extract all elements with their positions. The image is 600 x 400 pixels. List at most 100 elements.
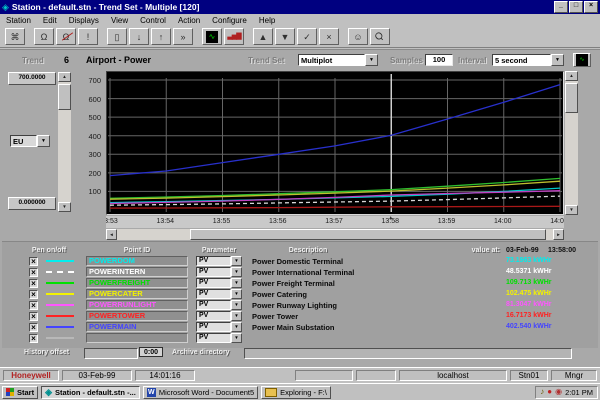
pen-checkbox[interactable]: × xyxy=(29,334,38,343)
alarm-page-button[interactable]: ! xyxy=(78,28,98,45)
point-id-field[interactable]: POWERCATER xyxy=(86,289,188,299)
volume-icon[interactable]: ♪ xyxy=(540,388,544,396)
chevron-down-icon[interactable]: ▼ xyxy=(231,300,242,310)
system-tray: ♪●◉ 2:01 PM xyxy=(535,386,598,399)
title-bar: ◈ Station - default.stn - Trend Set - Mu… xyxy=(0,0,600,14)
pen-checkbox[interactable]: × xyxy=(29,301,38,310)
parameter-select[interactable]: PV▼ xyxy=(196,300,242,310)
history-offset-field[interactable] xyxy=(84,348,138,359)
chevron-down-icon[interactable]: ▼ xyxy=(37,135,50,147)
pen-checkbox[interactable]: × xyxy=(29,268,38,277)
pen-checkbox[interactable]: × xyxy=(29,312,38,321)
page-up-button[interactable]: ↑ xyxy=(151,28,171,45)
plot-scrollbar-vertical[interactable]: ▲ ▼ xyxy=(565,71,578,215)
accept-button[interactable]: ✓ xyxy=(297,28,317,45)
point-id-field[interactable] xyxy=(86,333,188,343)
chevron-down-icon[interactable]: ▼ xyxy=(231,322,242,332)
point-id-field[interactable]: POWERMAIN xyxy=(86,322,188,332)
page-blank-button[interactable]: ▯ xyxy=(107,28,127,45)
y-axis-scrollbar[interactable]: ▲ ▼ xyxy=(58,72,71,212)
chevron-down-icon[interactable]: ▼ xyxy=(231,278,242,288)
menu-action[interactable]: Action xyxy=(172,16,206,25)
archive-directory-label: Archive directory xyxy=(172,349,230,356)
page-fast-button[interactable]: » xyxy=(173,28,193,45)
alarm-button[interactable]: Ω xyxy=(34,28,54,45)
eu-units-select[interactable]: EU ▼ xyxy=(10,135,50,147)
scroll-down-icon[interactable]: ▼ xyxy=(565,205,578,215)
parameter-select[interactable]: PV▼ xyxy=(196,278,242,288)
chevron-down-icon[interactable]: ▼ xyxy=(231,289,242,299)
parameter-select[interactable]: PV▼ xyxy=(196,322,242,332)
reject-button[interactable]: × xyxy=(319,28,339,45)
chevron-down-icon[interactable]: ▼ xyxy=(551,54,564,66)
parameter-select[interactable]: PV▼ xyxy=(196,256,242,266)
plot-scrollbar-horizontal[interactable]: ◄ ► xyxy=(106,229,564,240)
cursor-position-marker[interactable]: ▲ xyxy=(388,216,393,221)
taskbar-task-word[interactable]: WMicrosoft Word - Document5 xyxy=(143,386,258,399)
interval-select[interactable]: 5 second ▼ xyxy=(492,54,564,66)
minimize-button[interactable]: _ xyxy=(554,1,568,13)
pen-checkbox[interactable]: × xyxy=(29,323,38,332)
chevron-down-icon[interactable]: ▼ xyxy=(231,333,242,343)
scroll-right-icon[interactable]: ► xyxy=(553,229,564,240)
pen-value: 16.7173 kWHr xyxy=(506,312,590,319)
close-button[interactable]: × xyxy=(584,1,598,13)
raise-button[interactable]: ▲ xyxy=(253,28,273,45)
menu-help[interactable]: Help xyxy=(253,16,281,25)
menu-displays[interactable]: Displays xyxy=(63,16,105,25)
start-button[interactable]: Start xyxy=(2,386,38,399)
point-id-field[interactable]: POWERINTERN xyxy=(86,267,188,277)
trend-display-button[interactable]: ∿ xyxy=(202,28,222,45)
zoom-button[interactable]: Ϙ xyxy=(370,28,390,45)
pen-color-sample xyxy=(46,326,74,328)
pen-color-sample xyxy=(46,337,74,339)
chevron-down-icon[interactable]: ▼ xyxy=(231,267,242,277)
y-axis-min-field[interactable]: 0.000000 xyxy=(8,197,56,210)
samples-input[interactable]: 100 xyxy=(425,54,453,66)
alarm-annunciator-icon[interactable]: ● xyxy=(547,388,552,396)
point-id-field[interactable]: POWERTOWER xyxy=(86,311,188,321)
operators-button[interactable]: ☺ xyxy=(348,28,368,45)
scrollbar-thumb[interactable] xyxy=(190,229,546,240)
trend-quick-button[interactable]: ∿ xyxy=(573,53,591,67)
parameter-select[interactable]: PV▼ xyxy=(196,333,242,343)
restore-button[interactable]: □ xyxy=(569,1,583,13)
parameter-select[interactable]: PV▼ xyxy=(196,311,242,321)
pen-checkbox[interactable]: × xyxy=(29,257,38,266)
archive-directory-field[interactable] xyxy=(244,348,572,359)
point-id-field[interactable]: POWERDOM xyxy=(86,256,188,266)
chevron-down-icon[interactable]: ▼ xyxy=(365,54,378,66)
trend-set-select[interactable]: Multiplot ▼ xyxy=(298,54,378,66)
page-down-button[interactable]: ↓ xyxy=(129,28,149,45)
bar-display-button[interactable]: ▃▅▇ xyxy=(224,28,244,45)
chevron-down-icon[interactable]: ▼ xyxy=(231,256,242,266)
menu-configure[interactable]: Configure xyxy=(206,16,253,25)
scroll-down-icon[interactable]: ▼ xyxy=(58,202,71,212)
menu-view[interactable]: View xyxy=(105,16,134,25)
parameter-select[interactable]: PV▼ xyxy=(196,267,242,277)
taskbar-task-station[interactable]: ◈Station - default.stn -... xyxy=(41,386,140,399)
scrollbar-thumb[interactable] xyxy=(58,84,71,110)
scrollbar-thumb[interactable] xyxy=(565,83,578,113)
flag-square xyxy=(10,392,14,396)
chevron-down-icon[interactable]: ▼ xyxy=(231,311,242,321)
system-tree-button[interactable]: ⌘ xyxy=(5,28,25,45)
station-connect-icon[interactable]: ◉ xyxy=(555,388,562,396)
point-id-field[interactable]: POWERRUNLIGHT xyxy=(86,300,188,310)
alarm-disable-button[interactable]: Ω xyxy=(56,28,76,45)
menu-control[interactable]: Control xyxy=(134,16,172,25)
parameter-select[interactable]: PV▼ xyxy=(196,289,242,299)
trend-plot[interactable] xyxy=(106,71,564,215)
menu-edit[interactable]: Edit xyxy=(37,16,63,25)
pen-checkbox[interactable]: × xyxy=(29,290,38,299)
lower-button[interactable]: ▼ xyxy=(275,28,295,45)
pen-checkbox[interactable]: × xyxy=(29,279,38,288)
scroll-up-icon[interactable]: ▲ xyxy=(565,71,578,81)
menu-station[interactable]: Station xyxy=(0,16,37,25)
scroll-up-icon[interactable]: ▲ xyxy=(58,72,71,82)
y-axis-max-field[interactable]: 700.0000 xyxy=(8,72,56,85)
taskbar-task-explorer[interactable]: Exploring - F:\ xyxy=(261,386,331,399)
scroll-left-icon[interactable]: ◄ xyxy=(106,229,117,240)
parameter-value: PV xyxy=(196,256,231,266)
point-id-field[interactable]: POWERFREIGHT xyxy=(86,278,188,288)
